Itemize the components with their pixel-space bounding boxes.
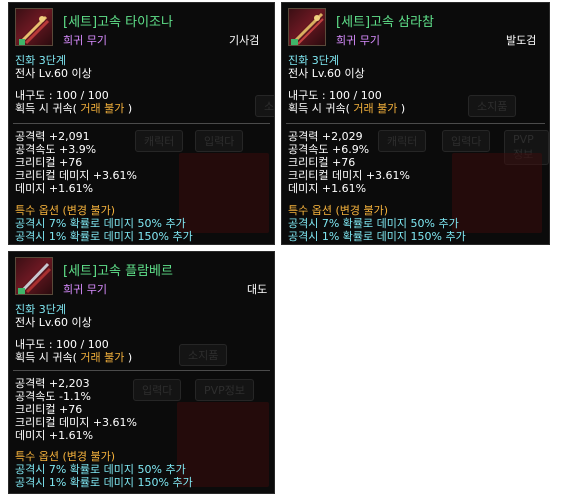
stat-attack: 공격력 +2,203 — [15, 377, 90, 390]
bg-character-art — [452, 153, 542, 233]
bg-character-art — [177, 402, 269, 487]
special-option-2: 공격시 1% 확률로 데미지 150% 추가 — [15, 476, 193, 489]
bg-skill-tab: 입력다 — [133, 379, 182, 401]
bg-skill-tab: 입력다 — [442, 130, 491, 152]
stat-critical: 크리티컬 +76 — [288, 156, 356, 169]
bg-character-art — [179, 153, 269, 233]
binding-value: 거래 불가 — [76, 102, 125, 115]
bg-character-tab: 캐릭터 — [135, 130, 184, 152]
bg-pvp-tab: PVP정보 — [195, 379, 255, 401]
item-name: [세트]고속 삼라참 — [336, 15, 434, 30]
binding-info: 획득 시 귀속( 거래 불가 ) — [15, 102, 132, 115]
divider — [13, 123, 270, 124]
binding-suffix: ) — [397, 102, 406, 115]
binding-suffix: ) — [124, 102, 133, 115]
item-type: 기사검 — [229, 34, 260, 47]
item-name: [세트]고속 타이조나 — [63, 15, 173, 30]
bg-character-tab: 캐릭터 — [378, 130, 427, 152]
stat-damage: 데미지 +1.61% — [15, 429, 94, 442]
stat-attack: 공격력 +2,029 — [288, 130, 363, 143]
binding-prefix: 획득 시 귀속( — [15, 351, 77, 364]
bg-inventory-tab: 소 — [255, 95, 274, 117]
divider — [13, 370, 270, 371]
stat-critical-damage: 크리티컬 데미지 +3.61% — [15, 169, 137, 182]
durability: 내구도 : 100 / 100 — [15, 338, 109, 351]
item-type: 대도 — [247, 283, 268, 296]
stat-critical: 크리티컬 +76 — [15, 156, 83, 169]
item-tooltip-samrach†: 소지품 캐릭터 입력다 PVP정보 [세트]고속 삼라참 희귀 무기 발도검 진… — [281, 2, 550, 245]
sword-icon — [288, 8, 326, 46]
stat-critical-damage: 크리티컬 데미지 +3.61% — [288, 169, 410, 182]
item-tooltip-flamberge: 소지품 입력다 PVP정보 [세트]고속 플람베르 희귀 무기 대도 진화 3단… — [8, 251, 275, 494]
stat-attack-speed: 공격속도 +6.9% — [288, 143, 370, 156]
special-option-2: 공격시 1% 확률로 데미지 150% 추가 — [288, 230, 466, 243]
sword-icon — [15, 257, 53, 295]
bg-inventory-tab: 소지품 — [468, 95, 517, 117]
stat-critical-damage: 크리티컬 데미지 +3.61% — [15, 416, 137, 429]
special-option-title: 특수 옵션 (변경 불가) — [15, 204, 116, 217]
level-requirement: 전사 Lv.60 이상 — [15, 316, 92, 329]
binding-info: 획득 시 귀속( 거래 불가 ) — [15, 351, 132, 364]
stat-damage: 데미지 +1.61% — [288, 182, 367, 195]
binding-suffix: ) — [124, 351, 133, 364]
special-option-2: 공격시 1% 확률로 데미지 150% 추가 — [15, 230, 193, 243]
divider — [286, 123, 545, 124]
sword-icon — [15, 8, 53, 46]
item-grade: 희귀 무기 — [336, 34, 380, 47]
special-option-title: 특수 옵션 (변경 불가) — [288, 204, 389, 217]
item-name: [세트]고속 플람베르 — [63, 264, 173, 279]
binding-info: 획득 시 귀속( 거래 불가 ) — [288, 102, 405, 115]
item-grade: 희귀 무기 — [63, 34, 107, 47]
binding-prefix: 획득 시 귀속( — [15, 102, 77, 115]
stat-attack-speed: 공격속도 +3.9% — [15, 143, 97, 156]
stat-attack: 공격력 +2,091 — [15, 130, 90, 143]
special-option-1: 공격시 7% 확률로 데미지 50% 추가 — [15, 463, 186, 476]
durability: 내구도 : 100 / 100 — [288, 89, 382, 102]
item-type: 발도검 — [506, 34, 537, 47]
binding-prefix: 획득 시 귀속( — [288, 102, 350, 115]
stat-damage: 데미지 +1.61% — [15, 182, 94, 195]
binding-value: 거래 불가 — [76, 351, 125, 364]
evolution-level: 진화 3단계 — [288, 54, 339, 67]
bg-inventory-tab: 소지품 — [179, 344, 228, 366]
special-option-title: 특수 옵션 (변경 불가) — [15, 450, 116, 463]
level-requirement: 전사 Lv.60 이상 — [288, 67, 365, 80]
evolution-level: 진화 3단계 — [15, 303, 66, 316]
item-grade: 희귀 무기 — [63, 283, 107, 296]
bg-skill-tab: 입력다 — [195, 130, 244, 152]
stat-attack-speed: 공격속도 -1.1% — [15, 390, 91, 403]
binding-value: 거래 불가 — [349, 102, 398, 115]
evolution-level: 진화 3단계 — [15, 54, 66, 67]
level-requirement: 전사 Lv.60 이상 — [15, 67, 92, 80]
durability: 내구도 : 100 / 100 — [15, 89, 109, 102]
special-option-1: 공격시 7% 확률로 데미지 50% 추가 — [288, 217, 459, 230]
item-tooltip-taijona: 소 캐릭터 입력다 [세트]고속 타이조나 희귀 무기 기사검 진화 3단계 전… — [8, 2, 275, 245]
special-option-1: 공격시 7% 확률로 데미지 50% 추가 — [15, 217, 186, 230]
stat-critical: 크리티컬 +76 — [15, 403, 83, 416]
